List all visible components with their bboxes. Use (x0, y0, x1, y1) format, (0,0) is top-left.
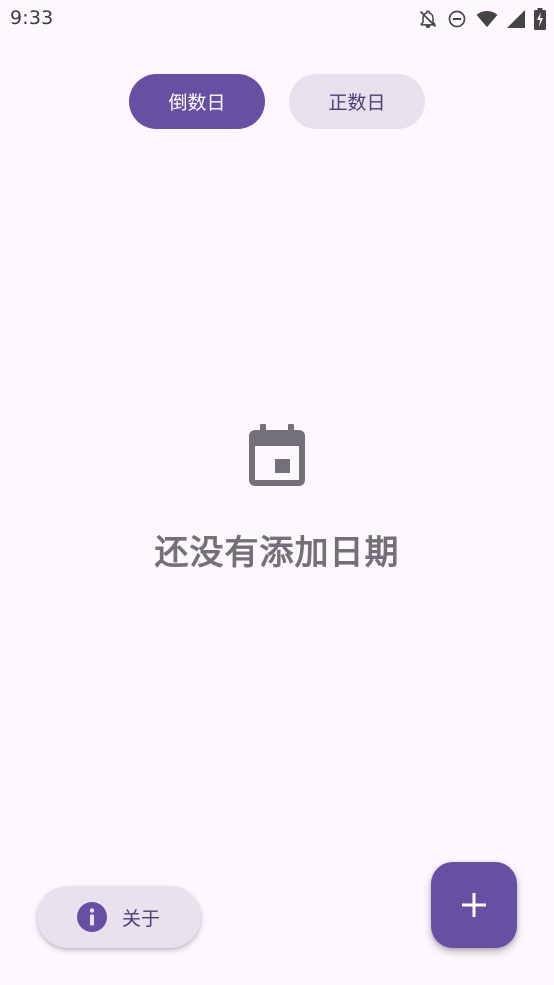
info-icon (76, 901, 108, 933)
battery-charging-icon (534, 8, 546, 30)
add-icon (460, 891, 488, 919)
do-not-disturb-icon (447, 9, 467, 29)
tab-countdown[interactable]: 倒数日 (129, 74, 265, 129)
empty-state-message: 还没有添加日期 (154, 533, 400, 573)
status-icons (418, 8, 546, 30)
tab-countup[interactable]: 正数日 (289, 74, 425, 129)
status-bar: 9:33 (0, 0, 554, 40)
about-button[interactable]: 关于 (37, 886, 201, 948)
add-date-button[interactable] (431, 862, 517, 948)
notifications-off-icon (418, 9, 438, 29)
wifi-icon (476, 9, 498, 29)
cellular-signal-icon (507, 9, 525, 29)
calendar-icon (245, 422, 309, 488)
status-time: 9:33 (10, 7, 54, 29)
about-label: 关于 (122, 907, 161, 930)
